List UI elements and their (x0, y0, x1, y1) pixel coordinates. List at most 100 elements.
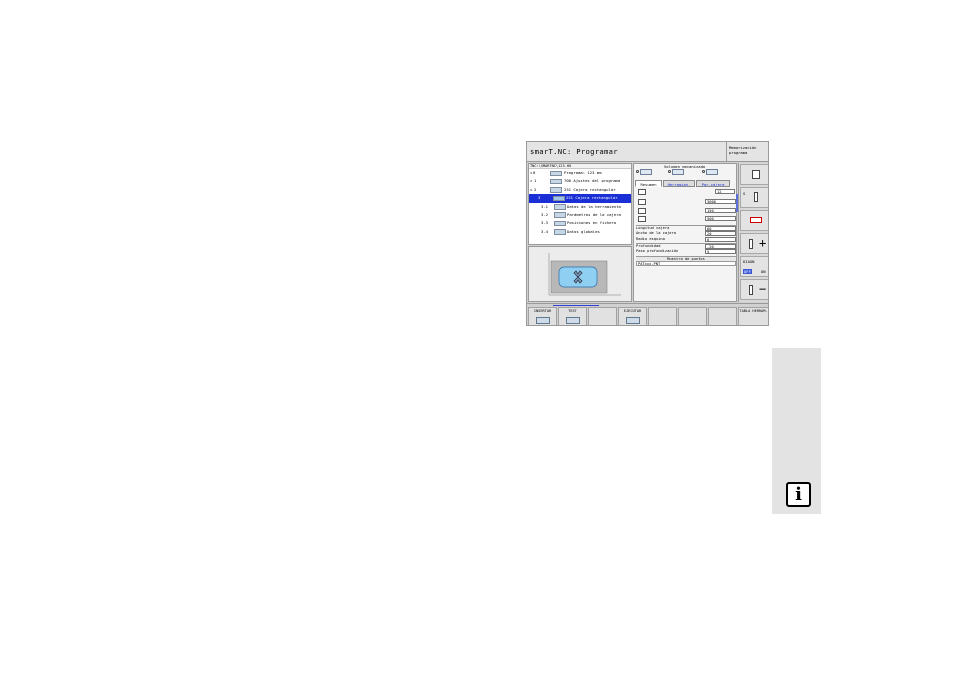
tree-num: 0 (533, 170, 536, 175)
tree-num: 3.3 (541, 220, 549, 226)
tab-herramienta[interactable]: Herramien. (663, 180, 695, 187)
execute-icon (626, 317, 640, 324)
manual-page: smarT.NC: Programar Memorización program… (0, 0, 954, 674)
mode-indicator: Memorización programa (727, 142, 768, 162)
feed-override-icon (750, 217, 762, 223)
softkey-level-indicator (553, 305, 599, 306)
vertical-softkeys: S + DIAGN OFF ON − (738, 163, 768, 302)
test-icon (566, 317, 580, 324)
softkey-plus[interactable]: + (740, 233, 768, 254)
softkey-test[interactable]: TEST (558, 307, 587, 325)
softkey-insert[interactable]: INSERTAR (528, 307, 557, 325)
s-label: S (743, 191, 746, 196)
softkey-feed[interactable] (740, 210, 768, 231)
tree-row[interactable]: 3.3 Posiciones en fichero (529, 219, 631, 227)
feed-mill-row: 500 (636, 216, 736, 221)
softkey-minus[interactable]: − (740, 279, 768, 300)
softkey-label: TEST (568, 309, 577, 313)
cnc-screenshot: smarT.NC: Programar Memorización program… (526, 141, 769, 326)
volume-option-1[interactable] (636, 169, 654, 176)
param-label: Paso profundización (636, 249, 679, 254)
machine-icon (752, 170, 760, 179)
tree-num: 2 (534, 186, 537, 192)
mode-line-2: programa (729, 150, 748, 155)
globe-icon (554, 229, 566, 235)
param-input[interactable]: 0 (705, 236, 736, 242)
softkey-label: TABLA HERRAM. (739, 309, 768, 313)
feed-plunge-row: 150 (636, 208, 736, 213)
unit-form[interactable]: Volumen mecanizado Resumen Herramien. Pa… (633, 163, 737, 302)
tree-row[interactable]: 3.2 Parámetros de la cajera (529, 211, 631, 219)
positions-icon (554, 220, 566, 227)
pocket-graphic (548, 253, 621, 296)
diagnosis-label: DIAGN (743, 259, 755, 264)
softkey-label: INSERTAR (533, 309, 552, 313)
feed-plunge-input[interactable]: 150 (705, 208, 736, 213)
tree-label: 700 Ajustes del programa (564, 178, 621, 184)
tree-label: Datos de la herramienta (567, 203, 621, 209)
tree-row[interactable]: 3.1 Datos de la herramienta (529, 203, 631, 211)
tree-row-selected[interactable]: 3 251 Cajera rectangular (529, 194, 631, 203)
softkey-tool-table[interactable]: TABLA HERRAM. (738, 307, 768, 325)
tree-row[interactable]: ▫ 1 700 Ajustes del programa (529, 177, 631, 185)
feed-mill-input[interactable]: 500 (705, 216, 736, 221)
program-tree[interactable]: TNC:\SMARTNC\123.HU ▫ 0 Programa: 123 mm… (528, 163, 632, 245)
tool-row: 12 (636, 189, 736, 194)
softkey-diagnosis[interactable]: DIAGN OFF ON (740, 256, 768, 277)
horizontal-softkeys: INSERTAR TEST EJECUTAR TABLA HERRAM. (527, 303, 768, 325)
tree-label: Programa: 123 mm (564, 170, 602, 175)
tree-row[interactable]: ▫ 0 Programa: 123 mm (529, 169, 631, 177)
insert-icon (536, 317, 550, 324)
softkey-empty-3[interactable] (678, 307, 707, 325)
spindle-input[interactable]: 3000 (705, 199, 736, 204)
off-label: OFF (743, 269, 752, 274)
softkey-empty-2[interactable] (648, 307, 677, 325)
tree-num: 1 (534, 178, 537, 184)
program-icon (550, 170, 562, 176)
param-input[interactable]: 60 (705, 226, 736, 231)
on-label: ON (761, 269, 766, 274)
pattern-input[interactable]: PATxxx.PNT (636, 261, 736, 266)
minus-icon: − (759, 282, 767, 296)
info-side-tab: i (772, 348, 821, 514)
param-input[interactable]: -20 (705, 244, 736, 249)
tool-input[interactable]: 12 (715, 189, 735, 194)
param-label: Radio esquina (636, 236, 665, 241)
tree-label: 251 Cajera rectangular (566, 195, 618, 201)
info-icon: i (786, 482, 811, 507)
softkey-spindle-s[interactable]: S (740, 187, 768, 208)
param-row: Paso profundización 5 (636, 249, 736, 255)
tree-num: 3.4 (541, 228, 549, 234)
volume-option-3[interactable] (702, 169, 720, 176)
tree-label: Parámetros de la cajera (567, 211, 621, 217)
param-input[interactable]: 20 (705, 231, 736, 237)
pocket-unit-icon (550, 187, 562, 193)
pocket-params-icon (554, 212, 566, 218)
tree-num: 3.2 (541, 211, 549, 217)
softkey-empty-4[interactable] (708, 307, 737, 325)
softkey-execute[interactable]: EJECUTAR (618, 307, 647, 325)
tree-row[interactable]: 3.4 Datos globales (529, 228, 631, 236)
graphic-preview (528, 246, 632, 302)
pocket-unit-icon (553, 195, 565, 202)
tree-label: Datos globales (567, 228, 600, 234)
app-title: smarT.NC: Programar (527, 142, 727, 162)
tree-row[interactable]: ▫ 2 251 Cajera rectangular (529, 186, 631, 194)
softkey-empty-1[interactable] (588, 307, 617, 325)
tool-icon (554, 204, 566, 210)
param-row: Radio esquina 0 (636, 236, 736, 242)
tab-resumen[interactable]: Resumen (635, 180, 662, 187)
tree-num: 3.1 (541, 203, 549, 209)
tree-label: 251 Cajera rectangular (564, 186, 616, 192)
spindle-icon (754, 192, 758, 202)
spindle-row: 3000 (636, 199, 736, 204)
param-input[interactable]: 5 (705, 249, 736, 255)
tree-label: Posiciones en fichero (567, 220, 617, 226)
softkey-view-toggle[interactable] (740, 164, 768, 185)
settings-unit-icon (550, 178, 562, 185)
tab-par-cajera[interactable]: Par.cajera (696, 180, 730, 187)
spindle-icon (749, 239, 753, 249)
volume-option-2[interactable] (668, 169, 686, 176)
plus-icon: + (759, 236, 767, 250)
softkey-label: EJECUTAR (623, 309, 642, 313)
